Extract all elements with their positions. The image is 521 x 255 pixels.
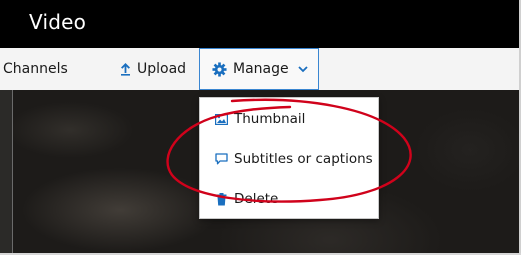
menu-item-thumbnail[interactable]: Thumbnail <box>214 107 305 131</box>
upload-icon <box>120 62 131 76</box>
manage-label: Manage <box>233 61 289 77</box>
trash-icon <box>214 192 228 206</box>
divider <box>12 90 13 253</box>
chevron-down-icon <box>297 65 308 73</box>
menu-item-label: Thumbnail <box>234 111 306 127</box>
channels-label: Channels <box>3 61 68 77</box>
toolbar: Channels Upload Manage <box>0 48 519 90</box>
channels-button[interactable]: Channels <box>3 48 68 90</box>
menu-item-subtitles[interactable]: Subtitles or captions <box>214 147 373 171</box>
menu-item-label: Delete <box>234 191 279 207</box>
manage-menu: Thumbnail Subtitles or captions Delete <box>199 97 379 219</box>
manage-dropdown-button[interactable]: Manage <box>199 48 319 90</box>
speech-bubble-icon <box>214 153 228 165</box>
left-panel-edge <box>0 90 12 253</box>
menu-item-delete[interactable]: Delete <box>214 187 278 211</box>
image-icon <box>214 113 228 125</box>
app-header: Video <box>0 0 519 48</box>
upload-button[interactable]: Upload <box>120 48 186 90</box>
upload-label: Upload <box>137 61 187 77</box>
gear-icon <box>212 61 227 77</box>
menu-item-label: Subtitles or captions <box>234 151 373 167</box>
app-title: Video <box>29 10 87 34</box>
app-window: Video Channels Upload Manage Thumbnail S… <box>0 0 519 253</box>
